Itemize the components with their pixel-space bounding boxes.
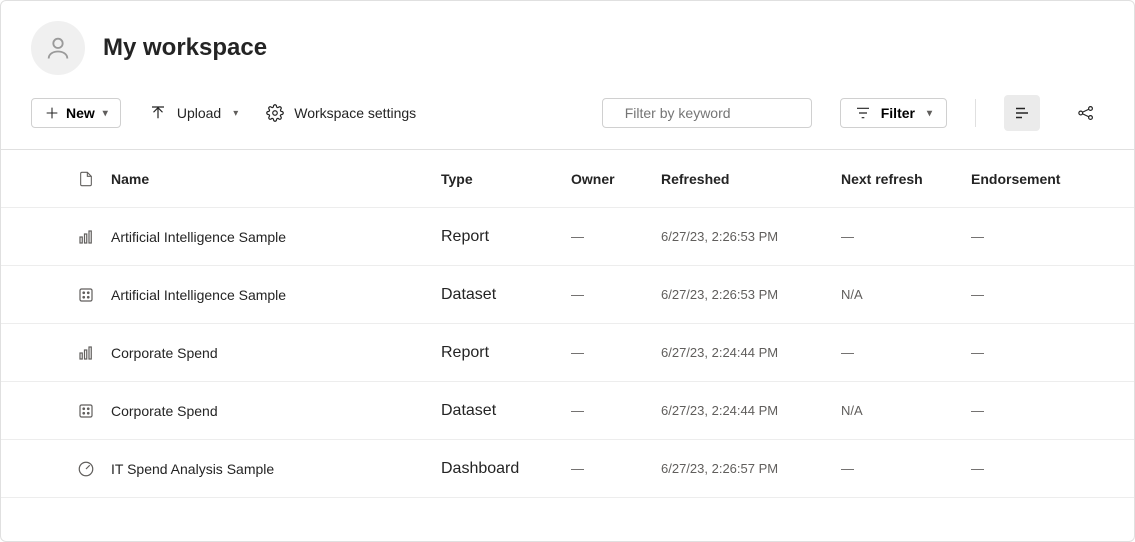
item-next-refresh: — bbox=[841, 229, 971, 244]
item-type: Report bbox=[441, 228, 571, 246]
search-input[interactable] bbox=[625, 105, 806, 121]
item-refreshed: 6/27/23, 2:26:53 PM bbox=[661, 229, 841, 244]
col-next-refresh[interactable]: Next refresh bbox=[841, 171, 971, 187]
search-input-wrapper[interactable] bbox=[602, 98, 812, 128]
workspace-settings-label: Workspace settings bbox=[294, 105, 416, 121]
list-icon bbox=[1013, 104, 1031, 122]
item-endorsement: — bbox=[971, 345, 1134, 360]
item-owner: — bbox=[571, 345, 661, 360]
item-next-refresh: — bbox=[841, 461, 971, 476]
lineage-view-button[interactable] bbox=[1068, 95, 1104, 131]
item-next-refresh: N/A bbox=[841, 403, 971, 418]
workspace-settings-button[interactable]: Workspace settings bbox=[266, 104, 416, 122]
report-icon bbox=[61, 228, 111, 246]
chevron-down-icon: ▾ bbox=[103, 108, 108, 119]
gear-icon bbox=[266, 104, 284, 122]
col-type[interactable]: Type bbox=[441, 171, 571, 187]
item-endorsement: — bbox=[971, 403, 1134, 418]
item-type: Dataset bbox=[441, 402, 571, 420]
report-icon bbox=[61, 344, 111, 362]
item-next-refresh: — bbox=[841, 345, 971, 360]
table-header: Name Type Owner Refreshed Next refresh E… bbox=[1, 150, 1134, 208]
col-endorsement[interactable]: Endorsement bbox=[971, 171, 1134, 187]
new-button-label: New bbox=[66, 105, 95, 121]
filter-button[interactable]: Filter ▾ bbox=[840, 98, 947, 128]
dashboard-icon bbox=[61, 460, 111, 478]
item-refreshed: 6/27/23, 2:24:44 PM bbox=[661, 345, 841, 360]
item-name[interactable]: Artificial Intelligence Sample bbox=[111, 229, 441, 245]
item-type: Dataset bbox=[441, 286, 571, 304]
upload-button-label: Upload bbox=[177, 105, 221, 121]
item-owner: — bbox=[571, 461, 661, 476]
dataset-icon bbox=[61, 286, 111, 304]
item-owner: — bbox=[571, 287, 661, 302]
item-next-refresh: N/A bbox=[841, 287, 971, 302]
item-refreshed: 6/27/23, 2:24:44 PM bbox=[661, 403, 841, 418]
col-name[interactable]: Name bbox=[111, 171, 441, 187]
item-endorsement: — bbox=[971, 461, 1134, 476]
plus-icon bbox=[44, 105, 60, 121]
file-icon bbox=[78, 170, 94, 188]
page-title: My workspace bbox=[103, 34, 267, 62]
dataset-icon bbox=[61, 402, 111, 420]
item-owner: — bbox=[571, 229, 661, 244]
item-endorsement: — bbox=[971, 287, 1134, 302]
workspace-header: My workspace bbox=[1, 1, 1134, 85]
item-type: Report bbox=[441, 344, 571, 362]
item-name[interactable]: Corporate Spend bbox=[111, 403, 441, 419]
item-name[interactable]: Corporate Spend bbox=[111, 345, 441, 361]
list-view-button[interactable] bbox=[1004, 95, 1040, 131]
content-table: Name Type Owner Refreshed Next refresh E… bbox=[1, 150, 1134, 498]
chevron-down-icon: ▾ bbox=[233, 108, 238, 119]
person-icon bbox=[44, 34, 72, 62]
item-endorsement: — bbox=[971, 229, 1134, 244]
upload-icon bbox=[149, 104, 167, 122]
toolbar-divider bbox=[975, 99, 976, 127]
chevron-down-icon: ▾ bbox=[927, 108, 932, 119]
table-row[interactable]: IT Spend Analysis SampleDashboard—6/27/2… bbox=[1, 440, 1134, 498]
item-name[interactable]: Artificial Intelligence Sample bbox=[111, 287, 441, 303]
item-name[interactable]: IT Spend Analysis Sample bbox=[111, 461, 441, 477]
item-refreshed: 6/27/23, 2:26:57 PM bbox=[661, 461, 841, 476]
new-button[interactable]: New ▾ bbox=[31, 98, 121, 128]
avatar bbox=[31, 21, 85, 75]
col-owner[interactable]: Owner bbox=[571, 171, 661, 187]
table-row[interactable]: Corporate SpendDataset—6/27/23, 2:24:44 … bbox=[1, 382, 1134, 440]
item-owner: — bbox=[571, 403, 661, 418]
col-refreshed[interactable]: Refreshed bbox=[661, 171, 841, 187]
filter-icon bbox=[855, 105, 871, 121]
upload-button[interactable]: Upload ▾ bbox=[149, 104, 238, 122]
lineage-icon bbox=[1077, 104, 1095, 122]
table-row[interactable]: Artificial Intelligence SampleReport—6/2… bbox=[1, 208, 1134, 266]
table-row[interactable]: Corporate SpendReport—6/27/23, 2:24:44 P… bbox=[1, 324, 1134, 382]
filter-button-label: Filter bbox=[881, 105, 915, 121]
item-type: Dashboard bbox=[441, 460, 571, 478]
table-row[interactable]: Artificial Intelligence SampleDataset—6/… bbox=[1, 266, 1134, 324]
toolbar: New ▾ Upload ▾ Workspace settings Filter… bbox=[1, 85, 1134, 150]
item-refreshed: 6/27/23, 2:26:53 PM bbox=[661, 287, 841, 302]
